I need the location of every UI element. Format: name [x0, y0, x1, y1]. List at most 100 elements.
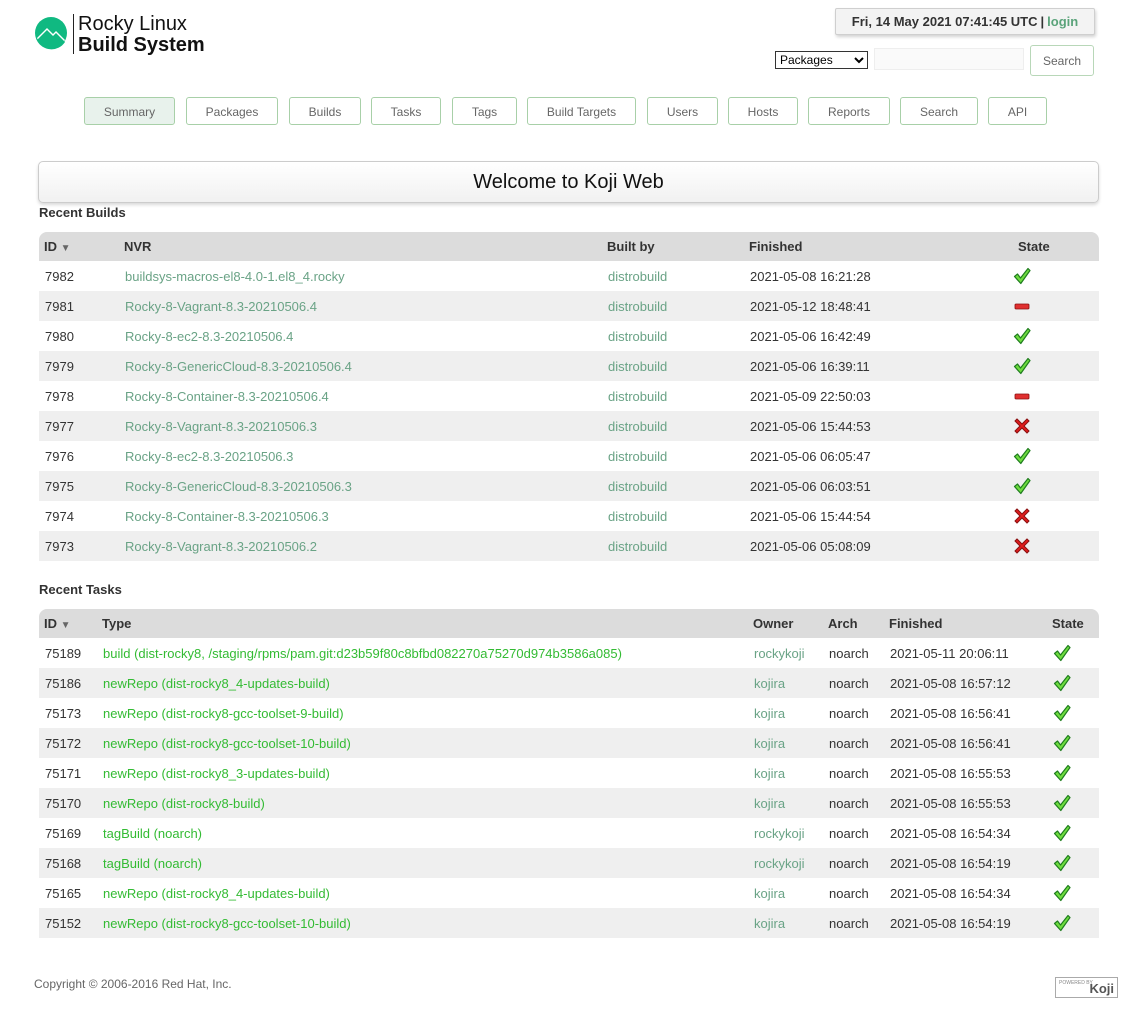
search-type-select[interactable]: Packages — [775, 51, 868, 69]
task-owner-link[interactable]: kojira — [754, 676, 785, 691]
task-owner-link[interactable]: rockykoji — [754, 856, 805, 871]
task-owner-link[interactable]: kojira — [754, 766, 785, 781]
tab-search[interactable]: Search — [900, 97, 978, 125]
search-input[interactable] — [874, 48, 1024, 70]
build-finished-cell: 2021-05-06 16:42:49 — [744, 321, 1013, 351]
task-owner-link[interactable]: kojira — [754, 796, 785, 811]
logo-text: Rocky Linux Build System — [78, 14, 205, 56]
recent-tasks-table: ID ▼ Type Owner Arch Finished State 7518… — [39, 609, 1099, 938]
column-header-state[interactable]: State — [1013, 232, 1099, 261]
task-type-link[interactable]: newRepo (dist-rocky8-gcc-toolset-10-buil… — [103, 736, 351, 751]
task-arch-cell: noarch — [823, 878, 884, 908]
task-type-link[interactable]: newRepo (dist-rocky8-build) — [103, 796, 265, 811]
build-owner-link[interactable]: distrobuild — [608, 539, 667, 554]
task-id-cell: 75152 — [39, 908, 97, 938]
tab-tags[interactable]: Tags — [452, 97, 517, 125]
task-owner-link[interactable]: kojira — [754, 916, 785, 931]
tab-reports[interactable]: Reports — [808, 97, 890, 125]
build-owner-link[interactable]: distrobuild — [608, 269, 667, 284]
column-header-type[interactable]: Type — [97, 609, 748, 638]
task-finished-cell: 2021-05-08 16:54:19 — [884, 848, 1047, 878]
login-link[interactable]: login — [1047, 14, 1078, 29]
build-state-cell — [1013, 291, 1099, 321]
tab-users[interactable]: Users — [647, 97, 718, 125]
column-header-built-by[interactable]: Built by — [602, 232, 744, 261]
task-owner-link[interactable]: kojira — [754, 736, 785, 751]
task-type-link[interactable]: newRepo (dist-rocky8_3-updates-build) — [103, 766, 330, 781]
task-owner-link[interactable]: rockykoji — [754, 826, 805, 841]
task-type-link[interactable]: newRepo (dist-rocky8-gcc-toolset-10-buil… — [103, 916, 351, 931]
checkmark-icon — [1013, 447, 1031, 465]
rocky-linux-logo[interactable]: Rocky Linux Build System — [34, 14, 214, 58]
task-owner-link[interactable]: kojira — [754, 886, 785, 901]
build-nvr-link[interactable]: Rocky-8-GenericCloud-8.3-20210506.3 — [125, 479, 352, 494]
build-owner-link[interactable]: distrobuild — [608, 359, 667, 374]
build-nvr-cell: Rocky-8-GenericCloud-8.3-20210506.3 — [119, 471, 602, 501]
build-owner-cell: distrobuild — [602, 381, 744, 411]
task-type-link[interactable]: newRepo (dist-rocky8_4-updates-build) — [103, 676, 330, 691]
task-state-cell — [1047, 818, 1099, 848]
task-type-link[interactable]: newRepo (dist-rocky8_4-updates-build) — [103, 886, 330, 901]
rocky-logo-icon — [35, 17, 67, 50]
build-owner-link[interactable]: distrobuild — [608, 299, 667, 314]
tab-build-targets[interactable]: Build Targets — [527, 97, 636, 125]
task-type-link[interactable]: build (dist-rocky8, /staging/rpms/pam.gi… — [103, 646, 622, 661]
column-header-arch[interactable]: Arch — [823, 609, 884, 638]
tab-tasks[interactable]: Tasks — [371, 97, 441, 125]
build-finished-cell: 2021-05-06 16:39:11 — [744, 351, 1013, 381]
column-header-owner[interactable]: Owner — [748, 609, 823, 638]
build-owner-link[interactable]: distrobuild — [608, 509, 667, 524]
task-state-cell — [1047, 698, 1099, 728]
canceled-dash-icon — [1013, 387, 1031, 405]
sort-down-icon[interactable]: ▼ — [61, 620, 71, 631]
build-owner-link[interactable]: distrobuild — [608, 419, 667, 434]
build-nvr-link[interactable]: Rocky-8-ec2-8.3-20210506.4 — [125, 329, 293, 344]
search-button[interactable]: Search — [1030, 45, 1094, 76]
build-nvr-link[interactable]: Rocky-8-Vagrant-8.3-20210506.4 — [125, 299, 317, 314]
build-nvr-link[interactable]: Rocky-8-Container-8.3-20210506.3 — [125, 509, 329, 524]
column-header-id[interactable]: ID ▼ — [39, 232, 119, 261]
build-nvr-link[interactable]: Rocky-8-ec2-8.3-20210506.3 — [125, 449, 293, 464]
task-arch-cell: noarch — [823, 758, 884, 788]
task-arch-cell: noarch — [823, 698, 884, 728]
task-type-link[interactable]: tagBuild (noarch) — [103, 826, 202, 841]
build-nvr-link[interactable]: buildsys-macros-el8-4.0-1.el8_4.rocky — [125, 269, 345, 284]
task-type-link[interactable]: tagBuild (noarch) — [103, 856, 202, 871]
task-owner-link[interactable]: kojira — [754, 706, 785, 721]
column-header-state[interactable]: State — [1047, 609, 1099, 638]
task-state-cell — [1047, 638, 1099, 668]
build-nvr-link[interactable]: Rocky-8-Vagrant-8.3-20210506.3 — [125, 419, 317, 434]
build-owner-link[interactable]: distrobuild — [608, 389, 667, 404]
column-header-finished[interactable]: Finished — [884, 609, 1047, 638]
tab-hosts[interactable]: Hosts — [728, 97, 798, 125]
build-finished-cell: 2021-05-06 15:44:53 — [744, 411, 1013, 441]
build-owner-link[interactable]: distrobuild — [608, 329, 667, 344]
table-row: 7975 Rocky-8-GenericCloud-8.3-20210506.3 d… — [39, 471, 1099, 501]
column-header-nvr[interactable]: NVR — [119, 232, 602, 261]
task-finished-cell: 2021-05-08 16:55:53 — [884, 758, 1047, 788]
build-owner-link[interactable]: distrobuild — [608, 479, 667, 494]
checkmark-icon — [1053, 764, 1071, 782]
tab-builds[interactable]: Builds — [289, 97, 361, 125]
build-owner-link[interactable]: distrobuild — [608, 449, 667, 464]
task-owner-link[interactable]: rockykoji — [754, 646, 805, 661]
task-type-cell: newRepo (dist-rocky8_4-updates-build) — [97, 668, 748, 698]
build-nvr-link[interactable]: Rocky-8-GenericCloud-8.3-20210506.4 — [125, 359, 352, 374]
tab-packages[interactable]: Packages — [186, 97, 278, 125]
task-type-link[interactable]: newRepo (dist-rocky8-gcc-toolset-9-build… — [103, 706, 344, 721]
checkmark-icon — [1053, 644, 1071, 662]
table-row: 75165 newRepo (dist-rocky8_4-updates-buil… — [39, 878, 1099, 908]
build-nvr-link[interactable]: Rocky-8-Container-8.3-20210506.4 — [125, 389, 329, 404]
tab-summary[interactable]: Summary — [84, 97, 175, 125]
failed-x-icon — [1013, 507, 1031, 525]
sort-down-icon[interactable]: ▼ — [61, 243, 71, 254]
logo-divider — [73, 14, 74, 54]
tab-api[interactable]: API — [988, 97, 1047, 125]
powered-by-koji-badge[interactable]: POWERED BY Koji — [1055, 977, 1118, 998]
task-type-cell: newRepo (dist-rocky8-gcc-toolset-9-build… — [97, 698, 748, 728]
column-header-id[interactable]: ID ▼ — [39, 609, 97, 638]
column-header-finished[interactable]: Finished — [744, 232, 1013, 261]
task-type-cell: tagBuild (noarch) — [97, 848, 748, 878]
build-nvr-link[interactable]: Rocky-8-Vagrant-8.3-20210506.2 — [125, 539, 317, 554]
build-id-cell: 7975 — [39, 471, 119, 501]
